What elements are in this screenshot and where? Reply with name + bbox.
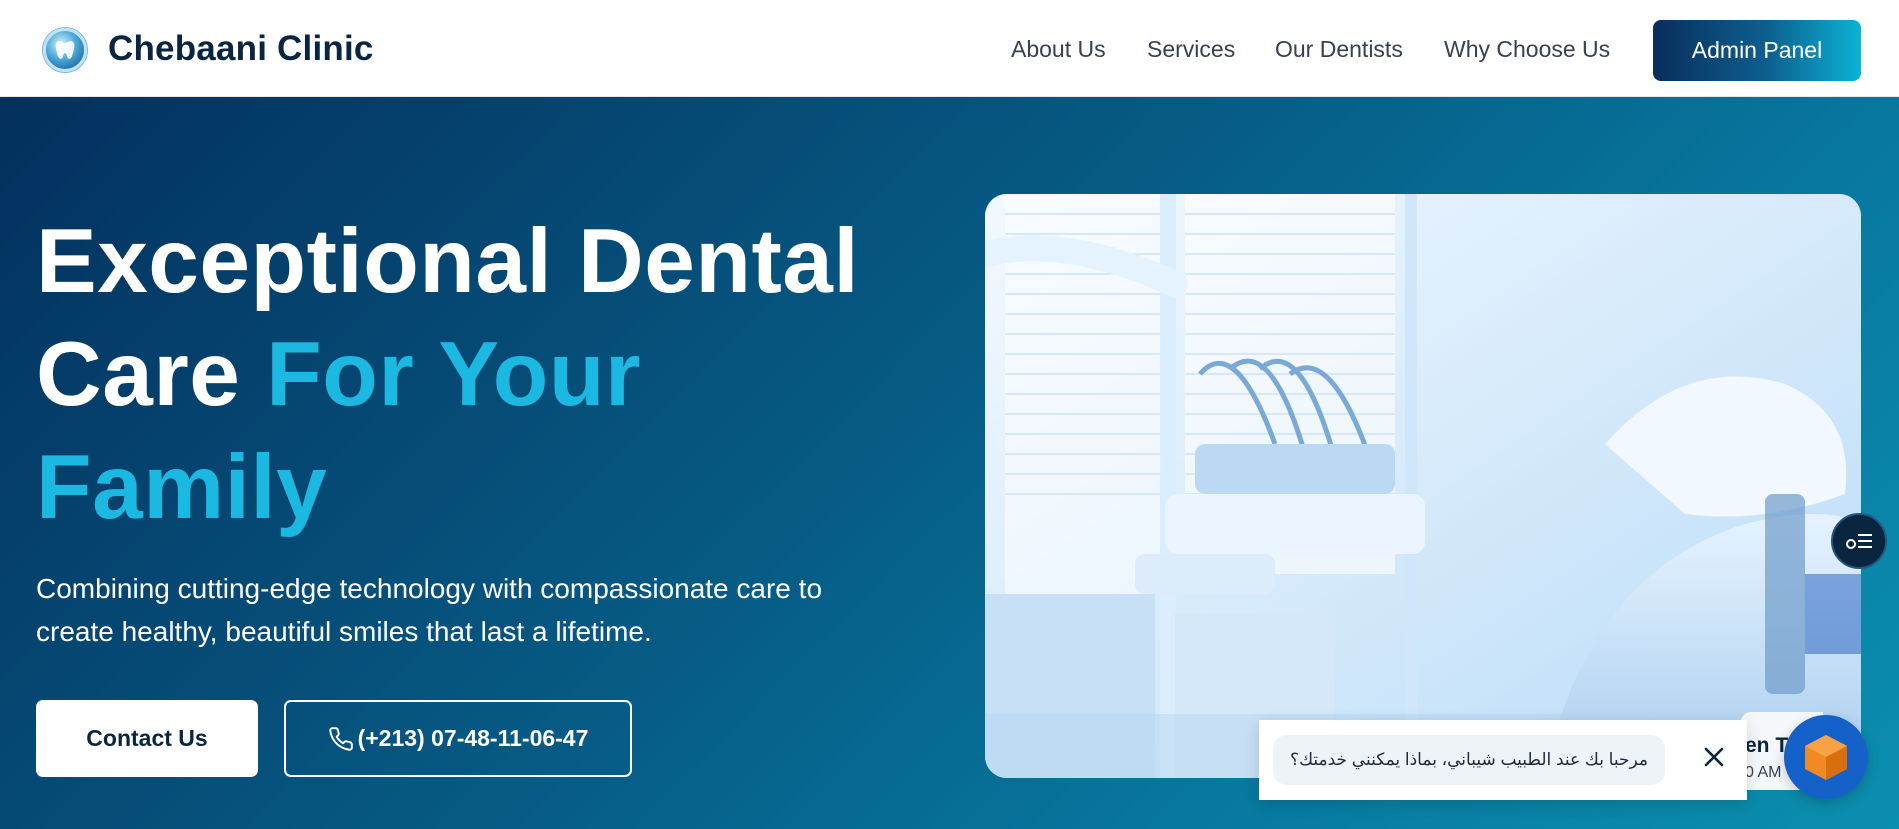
chat-close-button[interactable] [1695,738,1733,776]
hero-subtext: Combining cutting-edge technology with c… [36,573,823,647]
nav-services[interactable]: Services [1147,36,1235,63]
notification-time: 0 AM [1745,764,1782,781]
headline-line-1: Exceptional Dental [36,211,860,312]
chat-popup: مرحبا بك عند الطبيب شيباني، بماذا يمكنني… [1259,720,1747,800]
headline-line-2-accent: For Your [266,324,641,425]
site-header: Chebaani Clinic About Us Services Our De… [0,0,1899,97]
nav-our-dentists[interactable]: Our Dentists [1275,36,1403,63]
menu-lines-icon [1846,534,1872,549]
hero-clinic-photo [985,194,1861,778]
brand-name[interactable]: Chebaani Clinic [108,29,374,69]
floating-menu-button[interactable] [1831,513,1887,569]
admin-panel-button[interactable]: Admin Panel [1653,20,1861,81]
clinic-logo-icon[interactable] [43,28,87,72]
contact-us-button[interactable]: Contact Us [36,700,258,777]
nav-about-us[interactable]: About Us [1011,36,1106,63]
phone-icon [328,726,353,751]
nav-why-choose-us[interactable]: Why Choose Us [1444,36,1610,63]
chat-welcome-message[interactable]: مرحبا بك عند الطبيب شيباني، بماذا يمكنني… [1273,735,1665,785]
headline-line-3-accent: Family [36,437,328,538]
hero-headline: Exceptional Dental Care For Your Family [36,205,936,544]
headline-line-2-plain: Care [36,324,267,425]
chat-launcher-button[interactable] [1784,715,1868,799]
chat-cube-icon [1805,735,1847,780]
close-icon [1704,747,1724,767]
notification-title: en T [1745,734,1789,757]
phone-button[interactable]: (+213) 07-48-11-06-47 [284,700,632,777]
phone-number: (+213) 07-48-11-06-47 [357,725,589,751]
